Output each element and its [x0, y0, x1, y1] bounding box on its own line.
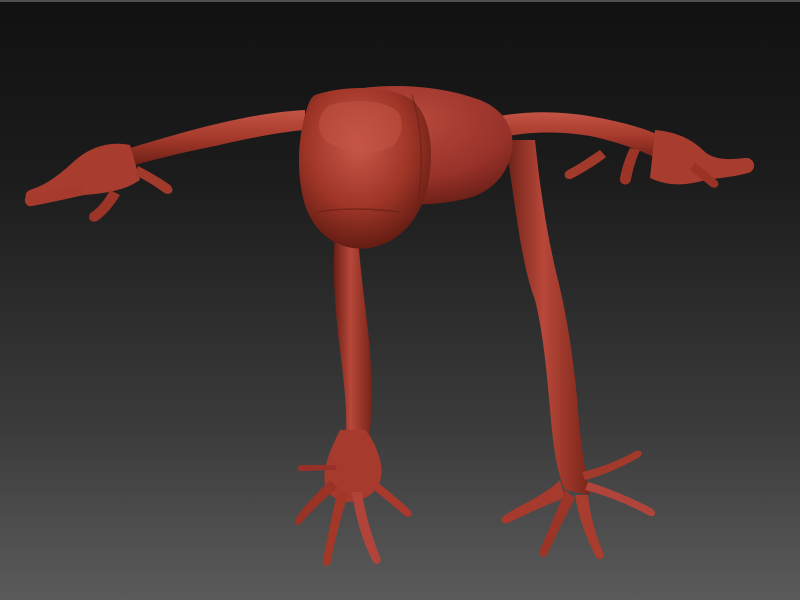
left-arm [24, 110, 305, 222]
3d-viewport-canvas[interactable] [0, 0, 800, 600]
sculpted-creature-model[interactable] [0, 0, 800, 600]
right-leg [501, 140, 655, 560]
left-leg [294, 235, 412, 566]
